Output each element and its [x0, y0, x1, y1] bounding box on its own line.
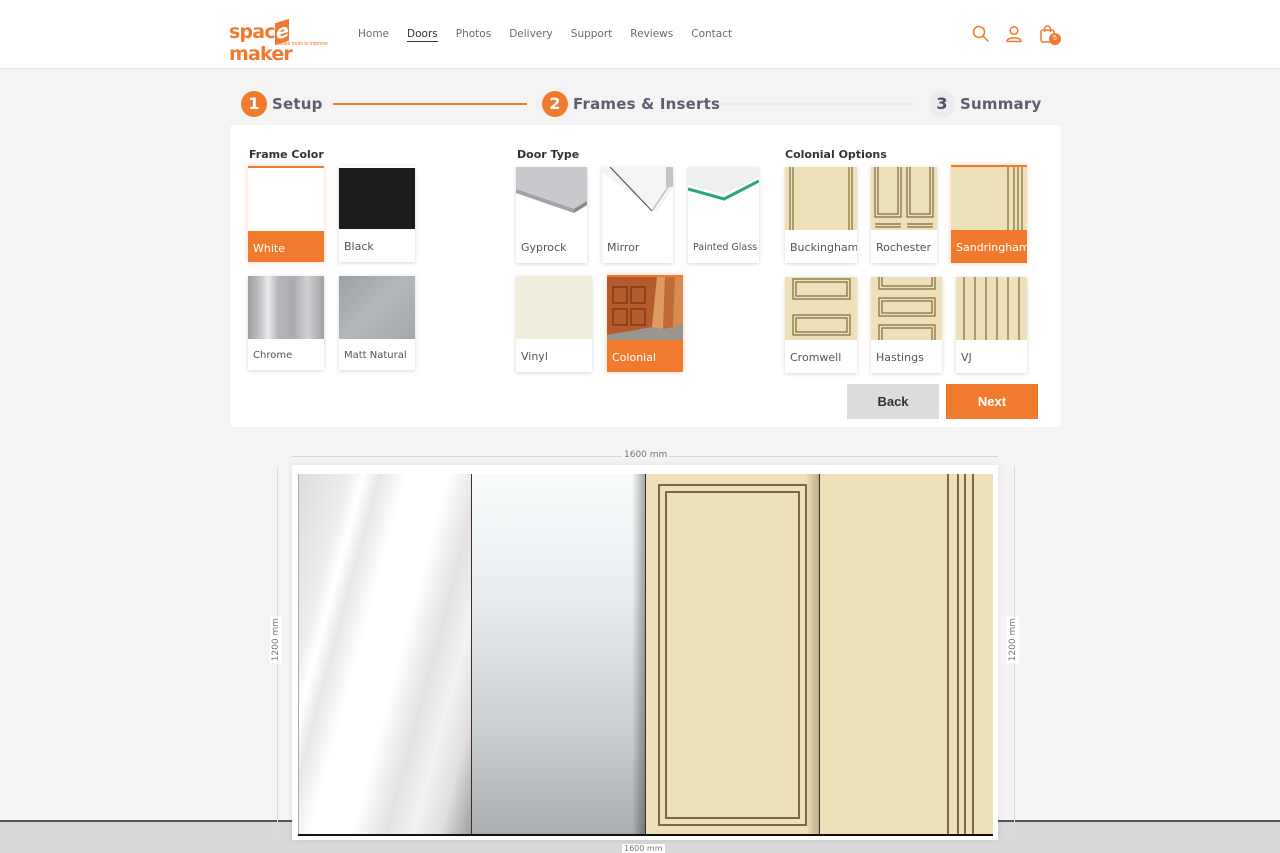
account-icon[interactable]: [1004, 24, 1024, 44]
sandringham-swatch: [951, 167, 1027, 230]
door-shadow: [632, 474, 646, 836]
width-dimension-label: 1600 mm: [622, 450, 670, 460]
search-icon[interactable]: [971, 24, 991, 44]
door-type-vinyl[interactable]: Vinyl: [516, 276, 592, 372]
door-type-mirror[interactable]: Mirror: [602, 167, 673, 263]
buckingham-swatch: [785, 167, 857, 230]
step-summary[interactable]: 3 Summary: [929, 91, 1041, 117]
chrome-swatch: [248, 276, 324, 339]
vj-swatch: [956, 277, 1027, 340]
nav-home[interactable]: Home: [358, 27, 389, 42]
step-connector-done: [333, 103, 527, 105]
colonial-option-rochester[interactable]: Rochester: [871, 167, 937, 263]
black-swatch: [339, 168, 415, 229]
door-panel-grooves: [947, 474, 974, 836]
step-number: 2: [542, 91, 568, 117]
mirror-swatch: [602, 167, 673, 230]
tile-label: VJ: [961, 351, 972, 364]
step-number: 3: [929, 91, 955, 117]
nav-photos[interactable]: Photos: [456, 27, 491, 42]
door-type-colonial[interactable]: Colonial: [607, 275, 683, 372]
nav-support[interactable]: Support: [571, 27, 613, 42]
bottom-track: [298, 834, 993, 836]
colonial-option-sandringham[interactable]: Sandringham: [951, 165, 1027, 263]
door-type-title: Door Type: [517, 148, 580, 161]
logo-tagline: Make room to improve: [278, 41, 328, 47]
colonial-options-title: Colonial Options: [785, 148, 887, 161]
site-header: spacemaker Make room to improve Home Doo…: [0, 0, 1280, 69]
door-panel-moulding: [658, 484, 807, 826]
step-label: Summary: [960, 95, 1042, 113]
main-nav: Home Doors Photos Delivery Support Revie…: [358, 27, 750, 42]
painted-glass-swatch: [688, 167, 759, 230]
door-type-gyprock[interactable]: Gyprock: [516, 167, 587, 263]
tile-label: Black: [344, 240, 374, 253]
white-swatch: [248, 168, 324, 231]
frame-color-matt-natural[interactable]: Matt Natural: [339, 276, 415, 370]
tile-label: Cromwell: [790, 351, 842, 364]
hastings-swatch: [871, 277, 942, 346]
step-label: Setup: [272, 95, 323, 113]
step-frames-inserts[interactable]: 2 Frames & Inserts: [542, 91, 720, 117]
tile-label: Gyprock: [521, 241, 567, 254]
frame-color-chrome[interactable]: Chrome: [248, 276, 324, 370]
height-dimension-label-left: 1200 mm: [270, 616, 282, 664]
tile-label: Colonial: [612, 351, 657, 364]
door-shadow: [806, 474, 820, 836]
brand-logo[interactable]: spacemaker Make room to improve: [229, 18, 339, 65]
colonial-option-buckingham[interactable]: Buckingham: [785, 167, 857, 263]
step-setup[interactable]: 1 Setup: [241, 91, 323, 117]
tile-label: Rochester: [876, 241, 931, 254]
frame-color-black[interactable]: Black: [339, 166, 415, 262]
frame-color-title: Frame Color: [249, 148, 324, 161]
vinyl-swatch: [516, 276, 592, 339]
gyprock-swatch: [516, 167, 587, 230]
step-connector-upcoming: [718, 103, 916, 105]
tile-label: Painted Glass: [693, 242, 758, 253]
tile-label: Chrome: [253, 350, 293, 361]
door-panel-3-colonial[interactable]: [645, 474, 820, 836]
step-number: 1: [241, 91, 267, 117]
door-panel-1-mirror[interactable]: [298, 474, 472, 836]
back-button[interactable]: Back: [847, 384, 939, 419]
door-type-painted-glass[interactable]: Painted Glass: [688, 167, 759, 263]
cart-count-badge: 5: [1049, 33, 1061, 45]
bottom-width-dimension-label: 1600 mm: [622, 844, 665, 853]
door-panel-4-colonial[interactable]: [819, 474, 993, 836]
next-button[interactable]: Next: [946, 384, 1038, 419]
step-label: Frames & Inserts: [573, 95, 721, 113]
rochester-swatch: [871, 167, 937, 230]
colonial-option-cromwell[interactable]: Cromwell: [785, 277, 857, 373]
logo-text-prefix: spac: [229, 21, 276, 43]
tile-label: Buckingham: [790, 241, 857, 254]
tile-label: Hastings: [876, 351, 924, 364]
nav-doors[interactable]: Doors: [407, 27, 438, 42]
height-dimension-label-right: 1200 mm: [1007, 616, 1019, 664]
door-panel-2-mirror[interactable]: [471, 474, 646, 836]
matt-natural-swatch: [339, 276, 415, 339]
tile-label: Mirror: [607, 241, 640, 254]
tile-label: Sandringham: [956, 241, 1027, 254]
tile-label: Vinyl: [521, 350, 548, 363]
nav-contact[interactable]: Contact: [691, 27, 732, 42]
tile-label: Matt Natural: [344, 350, 407, 361]
nav-reviews[interactable]: Reviews: [630, 27, 673, 42]
tile-label: White: [253, 242, 285, 255]
colonial-option-hastings[interactable]: Hastings: [871, 277, 942, 373]
frame-color-white[interactable]: White: [248, 166, 324, 262]
cromwell-swatch: [785, 277, 857, 340]
nav-delivery[interactable]: Delivery: [509, 27, 553, 42]
colonial-swatch: [607, 277, 683, 340]
colonial-option-vj[interactable]: VJ: [956, 277, 1027, 373]
